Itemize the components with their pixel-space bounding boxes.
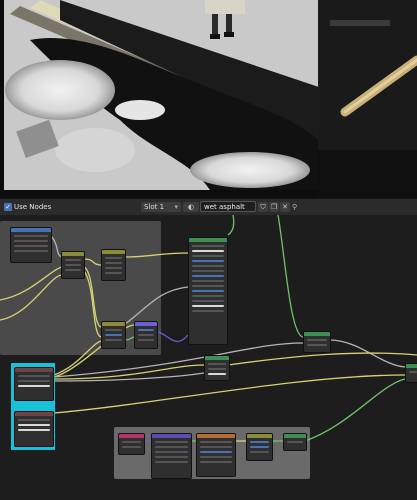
viewport-render[interactable] bbox=[0, 0, 417, 198]
node-mix-b[interactable] bbox=[101, 249, 126, 281]
render-image bbox=[0, 0, 417, 198]
close-icon[interactable]: ✕ bbox=[280, 202, 290, 212]
node-vector[interactable] bbox=[134, 321, 158, 349]
node-shader-mix[interactable] bbox=[204, 355, 230, 381]
node-texture[interactable] bbox=[10, 227, 52, 263]
node-image-texture-b[interactable] bbox=[14, 411, 54, 447]
node-image-texture-a[interactable] bbox=[14, 367, 54, 401]
node-principled-bsdf[interactable] bbox=[188, 237, 228, 345]
use-nodes-label: Use Nodes bbox=[14, 203, 52, 211]
node-bump[interactable] bbox=[283, 433, 307, 451]
node-mix-a[interactable] bbox=[61, 251, 85, 279]
material-browse-icon[interactable]: ◐ bbox=[183, 202, 199, 212]
node-noise-texture[interactable] bbox=[196, 433, 236, 477]
slot-select-value: Slot 1 bbox=[144, 203, 165, 211]
node-editor-canvas[interactable] bbox=[0, 215, 417, 500]
fake-user-icon[interactable]: ⛉ bbox=[258, 202, 268, 212]
node-mapping[interactable] bbox=[151, 433, 192, 479]
pin-icon[interactable]: ⚲ bbox=[292, 202, 297, 212]
node-color-ramp[interactable] bbox=[246, 433, 273, 461]
slot-select[interactable]: Slot 1 ▾ bbox=[141, 202, 181, 212]
duplicate-icon[interactable]: ❐ bbox=[269, 202, 279, 212]
use-nodes-checkbox[interactable]: ✓ bbox=[4, 203, 12, 211]
node-mix-c[interactable] bbox=[101, 321, 126, 349]
node-attribute[interactable] bbox=[118, 433, 145, 455]
node-output-right[interactable] bbox=[405, 363, 417, 383]
node-material-output[interactable] bbox=[303, 331, 331, 353]
material-name-field[interactable]: wet asphalt bbox=[200, 201, 256, 212]
chevron-down-icon: ▾ bbox=[174, 203, 178, 211]
node-editor-header: ✓ Use Nodes Slot 1 ▾ ◐ wet asphalt ⛉ ❐ ✕… bbox=[0, 198, 417, 216]
